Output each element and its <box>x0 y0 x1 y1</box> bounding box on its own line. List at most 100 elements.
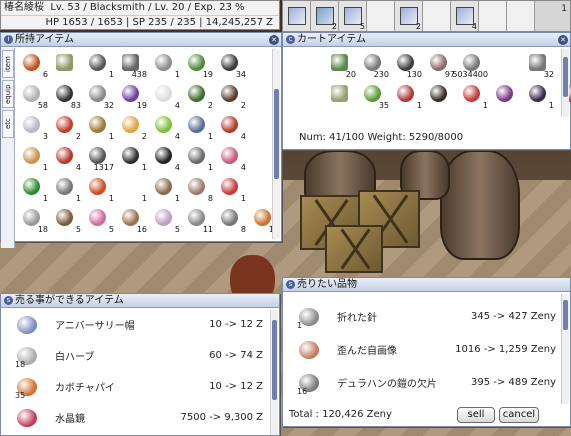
tab-etc[interactable]: etc <box>2 110 14 138</box>
inventory-scrollbar[interactable] <box>272 49 280 239</box>
item-slot[interactable]: 97 <box>426 53 455 79</box>
close-icon[interactable]: ✕ <box>269 35 279 45</box>
to-sell-list: 1 折れた針 345 -> 427 Zeny 歪んだ自画像 1016 -> 1,259 … <box>283 292 570 399</box>
hotbar-slot[interactable]: 5 <box>339 1 367 31</box>
item-icon <box>17 408 37 427</box>
scroll-thumb[interactable] <box>272 320 277 400</box>
list-item[interactable]: 18 白ハーブ 60 -> 74 Z <box>1 340 263 371</box>
hotbar-slot[interactable]: 2 <box>395 1 423 31</box>
item-slot[interactable]: 34 <box>217 53 246 79</box>
item-slot[interactable]: 1 <box>118 177 147 203</box>
item-slot[interactable]: 83 <box>52 84 81 110</box>
item-slot[interactable] <box>492 84 521 108</box>
item-count: 16 <box>136 225 147 234</box>
item-slot[interactable]: 2 <box>217 84 246 110</box>
tab-item[interactable]: item <box>2 50 14 78</box>
item-slot[interactable]: 4 <box>151 115 180 141</box>
item-slot[interactable]: 2 <box>52 115 81 141</box>
item-slot[interactable]: 1 <box>459 84 488 110</box>
item-slot[interactable]: 4 <box>52 146 81 172</box>
item-slot[interactable]: 4 <box>217 115 246 141</box>
item-count: 1 <box>42 163 48 172</box>
item-slot[interactable]: 1 <box>85 177 114 203</box>
item-slot[interactable]: 1 <box>184 146 213 172</box>
list-item[interactable]: 1 折れた針 345 -> 427 Zeny <box>283 300 556 333</box>
inventory-titlebar[interactable]: i 所持アイテム ✕ <box>1 33 281 47</box>
item-slot[interactable] <box>426 84 455 108</box>
cart-scrollbar[interactable] <box>561 49 569 117</box>
hotbar-slot[interactable] <box>367 1 395 31</box>
item-slot[interactable]: 1 <box>85 115 114 141</box>
cart-grid: 2023013097503440032351111 <box>283 47 571 114</box>
item-slot[interactable]: 2 <box>184 84 213 110</box>
item-count: 32 <box>543 70 554 79</box>
hotbar-slot[interactable] <box>283 1 311 31</box>
item-slot[interactable] <box>492 53 521 77</box>
item-slot[interactable]: 1 <box>525 84 554 110</box>
item-slot[interactable]: 5 <box>85 208 114 234</box>
sellable-scrollbar[interactable] <box>270 310 278 435</box>
item-slot[interactable]: 11 <box>184 208 213 234</box>
item-slot[interactable]: 58 <box>19 84 48 110</box>
hotbar-page[interactable]: 1 <box>561 2 567 16</box>
hotbar-slot[interactable] <box>479 1 507 31</box>
cancel-button[interactable]: cancel <box>499 407 539 423</box>
item-slot[interactable] <box>327 84 356 108</box>
item-slot[interactable]: 32 <box>85 84 114 110</box>
list-item[interactable]: 35 カボチャパイ 10 -> 12 Z <box>1 371 263 402</box>
item-count: 11 <box>202 225 213 234</box>
list-item[interactable]: 16 デュラハンの鎧の欠片 395 -> 489 Zeny <box>283 366 556 399</box>
item-slot[interactable]: 18 <box>19 208 48 234</box>
item-slot[interactable]: 16 <box>118 208 147 234</box>
hotbar-slot[interactable] <box>507 1 535 31</box>
sell-button[interactable]: sell <box>457 407 495 423</box>
item-slot[interactable]: 1 <box>393 84 422 110</box>
scroll-thumb[interactable] <box>563 300 568 330</box>
item-slot[interactable]: 35 <box>360 84 389 110</box>
item-slot[interactable]: 6 <box>19 53 48 79</box>
item-slot[interactable]: 1 <box>19 146 48 172</box>
item-slot[interactable]: 1317 <box>85 146 114 172</box>
scroll-thumb[interactable] <box>563 57 568 97</box>
item-slot[interactable]: 1 <box>151 177 180 203</box>
item-slot[interactable]: 20 <box>327 53 356 79</box>
item-slot[interactable]: 5 <box>52 208 81 234</box>
item-slot[interactable]: 32 <box>525 53 554 79</box>
item-slot[interactable]: 8 <box>217 208 246 234</box>
item-slot[interactable]: 8 <box>184 177 213 203</box>
item-slot[interactable]: 1 <box>19 177 48 203</box>
hotbar-slot[interactable]: 4 <box>451 1 479 31</box>
tab-equip[interactable]: equip <box>2 80 14 108</box>
list-item[interactable]: 水晶鏡 7500 -> 9,300 Z <box>1 402 263 433</box>
item-slot[interactable]: 1 <box>52 177 81 203</box>
item-slot[interactable]: 19 <box>184 53 213 79</box>
to-sell-titlebar[interactable]: s 売りたい品物 <box>283 278 570 292</box>
item-slot[interactable]: 2 <box>118 115 147 141</box>
item-slot[interactable]: 1 <box>151 53 180 79</box>
to-sell-scrollbar[interactable] <box>561 294 569 404</box>
hotbar-slot[interactable] <box>423 1 451 31</box>
item-slot[interactable]: 19 <box>118 84 147 110</box>
item-slot[interactable]: 5 <box>151 208 180 234</box>
list-item[interactable]: アニバーサリー帽 10 -> 12 Z <box>1 309 263 340</box>
item-slot[interactable]: 4 <box>151 84 180 110</box>
item-slot[interactable]: 5034400 <box>452 53 488 79</box>
sellable-titlebar[interactable]: s 売る事ができるアイテム <box>1 294 279 308</box>
item-slot[interactable]: 4 <box>151 146 180 172</box>
item-slot[interactable] <box>52 53 81 77</box>
item-slot[interactable]: 4 <box>217 146 246 172</box>
item-slot[interactable]: 230 <box>360 53 389 79</box>
scroll-thumb[interactable] <box>274 89 279 179</box>
close-icon[interactable]: ✕ <box>558 35 568 45</box>
item-slot[interactable]: 1 <box>85 53 114 79</box>
cart-titlebar[interactable]: c カートアイテム ✕ <box>283 33 570 47</box>
item-slot[interactable]: 1 <box>217 177 246 203</box>
item-slot[interactable]: 1 <box>118 146 147 172</box>
list-item[interactable]: 歪んだ自画像 1016 -> 1,259 Zeny <box>283 333 556 366</box>
item-slot[interactable]: 130 <box>393 53 422 79</box>
item-slot[interactable]: 438 <box>118 53 147 79</box>
item-slot[interactable]: 3 <box>19 115 48 141</box>
item-slot[interactable]: 1 <box>184 115 213 141</box>
hotbar-slot[interactable]: 2 <box>311 1 339 31</box>
item-count: 4 <box>75 163 81 172</box>
